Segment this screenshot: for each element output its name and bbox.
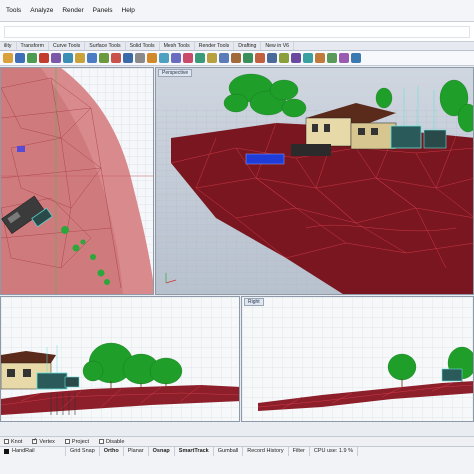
osnap-label: Project xyxy=(71,438,90,445)
osnap-project[interactable]: Project xyxy=(64,438,90,445)
checkbox-icon[interactable] xyxy=(99,439,105,444)
viewport-label-right[interactable]: Right xyxy=(244,298,264,306)
selected-object xyxy=(245,153,285,165)
tab-drafting[interactable]: Drafting xyxy=(234,42,262,50)
toolbar-tool-icon[interactable] xyxy=(63,53,73,63)
toolbar-tabs: ility Transform Curve Tools Surface Tools So… xyxy=(0,42,474,51)
front-view-canvas xyxy=(1,297,239,421)
icon-toolbar xyxy=(0,51,474,66)
right-view-canvas xyxy=(242,297,473,421)
blue-object xyxy=(17,146,25,152)
osnap-knot[interactable]: Knot xyxy=(4,439,22,445)
menu-tools[interactable]: Tools xyxy=(6,7,21,14)
checkbox-icon[interactable] xyxy=(64,439,70,444)
toolbar-tool-icon[interactable] xyxy=(279,53,289,63)
menu-bar: Tools Analyze Render Panels Help xyxy=(0,0,474,22)
grid-snap-toggle[interactable]: Grid Snap xyxy=(66,446,100,457)
osnap-toggle[interactable]: Osnap xyxy=(149,446,175,457)
toolbar-tool-icon[interactable] xyxy=(207,53,217,63)
top-view-canvas xyxy=(1,68,153,294)
toolbar-tool-icon[interactable] xyxy=(291,53,301,63)
tab-transform[interactable]: Transform xyxy=(17,42,49,50)
planar-toggle[interactable]: Planar xyxy=(124,446,149,457)
tab-ility[interactable]: ility xyxy=(0,42,17,50)
viewport-front[interactable] xyxy=(0,296,240,422)
rhino-window: Tools Analyze Render Panels Help ility Tr… xyxy=(0,0,474,474)
gumball-toggle[interactable]: Gumball xyxy=(214,446,244,457)
tab-solid-tools[interactable]: Solid Tools xyxy=(126,42,160,50)
toolbar-tool-icon[interactable] xyxy=(27,53,37,63)
tab-surface-tools[interactable]: Surface Tools xyxy=(85,42,126,50)
command-area xyxy=(0,22,474,42)
toolbar-tool-icon[interactable] xyxy=(171,53,181,63)
osnap-vertex[interactable]: Vertex xyxy=(32,437,55,445)
menu-panels[interactable]: Panels xyxy=(93,7,113,14)
command-input[interactable] xyxy=(4,26,470,38)
record-history-toggle[interactable]: Record History xyxy=(243,446,289,457)
toolbar-tool-icon[interactable] xyxy=(75,53,85,63)
toolbar-tool-icon[interactable] xyxy=(231,53,241,63)
cpu-usage: CPU use: 1.9 % xyxy=(310,446,358,457)
layer-name: HandRail xyxy=(12,448,35,454)
status-bar: HandRail Grid Snap Ortho Planar Osnap Sm… xyxy=(0,446,474,457)
toolbar-tool-icon[interactable] xyxy=(183,53,193,63)
toolbar-tool-icon[interactable] xyxy=(159,53,169,63)
menu-analyze[interactable]: Analyze xyxy=(30,7,53,14)
toolbar-tool-icon[interactable] xyxy=(303,53,313,63)
toolbar-tool-icon[interactable] xyxy=(255,53,265,63)
layer-color-swatch xyxy=(4,449,9,454)
checkbox-icon[interactable] xyxy=(4,439,9,444)
window-bottom xyxy=(0,456,474,474)
toolbar-tool-icon[interactable] xyxy=(147,53,157,63)
toolbar-tool-icon[interactable] xyxy=(39,53,49,63)
osnap-disable[interactable]: Disable xyxy=(99,439,124,445)
toolbar-tool-icon[interactable] xyxy=(15,53,25,63)
layer-indicator[interactable]: HandRail xyxy=(0,446,66,457)
house-right xyxy=(441,368,463,382)
toolbar-tool-icon[interactable] xyxy=(339,53,349,63)
toolbar-tool-icon[interactable] xyxy=(123,53,133,63)
toolbar-tool-icon[interactable] xyxy=(195,53,205,63)
toolbar-tool-icon[interactable] xyxy=(243,53,253,63)
menu-help[interactable]: Help xyxy=(122,7,135,14)
toolbar-tool-icon[interactable] xyxy=(51,53,61,63)
toolbar-tool-icon[interactable] xyxy=(315,53,325,63)
filter-button[interactable]: Filter xyxy=(289,446,310,457)
osnap-label: Disable xyxy=(106,438,125,445)
toolbar-tool-icon[interactable] xyxy=(87,53,97,63)
viewport-right[interactable]: Right xyxy=(241,296,474,422)
toolbar-tool-icon[interactable] xyxy=(351,53,361,63)
smarttrack-toggle[interactable]: SmartTrack xyxy=(175,446,214,457)
osnap-label: Vertex xyxy=(39,438,55,445)
toolbar-tool-icon[interactable] xyxy=(327,53,337,63)
ortho-toggle[interactable]: Ortho xyxy=(100,446,124,457)
viewport-label-perspective[interactable]: Perspective xyxy=(158,69,193,77)
viewport-perspective[interactable]: Perspective xyxy=(155,67,474,295)
toolbar-tool-icon[interactable] xyxy=(99,53,109,63)
tab-curve-tools[interactable]: Curve Tools xyxy=(49,42,86,50)
tab-new-in-v6[interactable]: New in V6 xyxy=(261,42,295,50)
tab-render-tools[interactable]: Render Tools xyxy=(195,42,235,50)
toolbar-tool-icon[interactable] xyxy=(267,53,277,63)
viewport-top[interactable] xyxy=(0,67,154,295)
toolbar-tool-icon[interactable] xyxy=(3,53,13,63)
osnap-bar: Knot Vertex Project Disable xyxy=(0,436,474,446)
toolbar-tool-icon[interactable] xyxy=(111,53,121,63)
toolbar-tool-icon[interactable] xyxy=(219,53,229,63)
osnap-label: Knot xyxy=(11,438,23,445)
toolbar-tool-icon[interactable] xyxy=(135,53,145,63)
tab-mesh-tools[interactable]: Mesh Tools xyxy=(160,42,195,50)
checkbox-icon[interactable] xyxy=(32,437,38,444)
perspective-canvas xyxy=(156,68,473,294)
menu-render[interactable]: Render xyxy=(62,7,83,14)
